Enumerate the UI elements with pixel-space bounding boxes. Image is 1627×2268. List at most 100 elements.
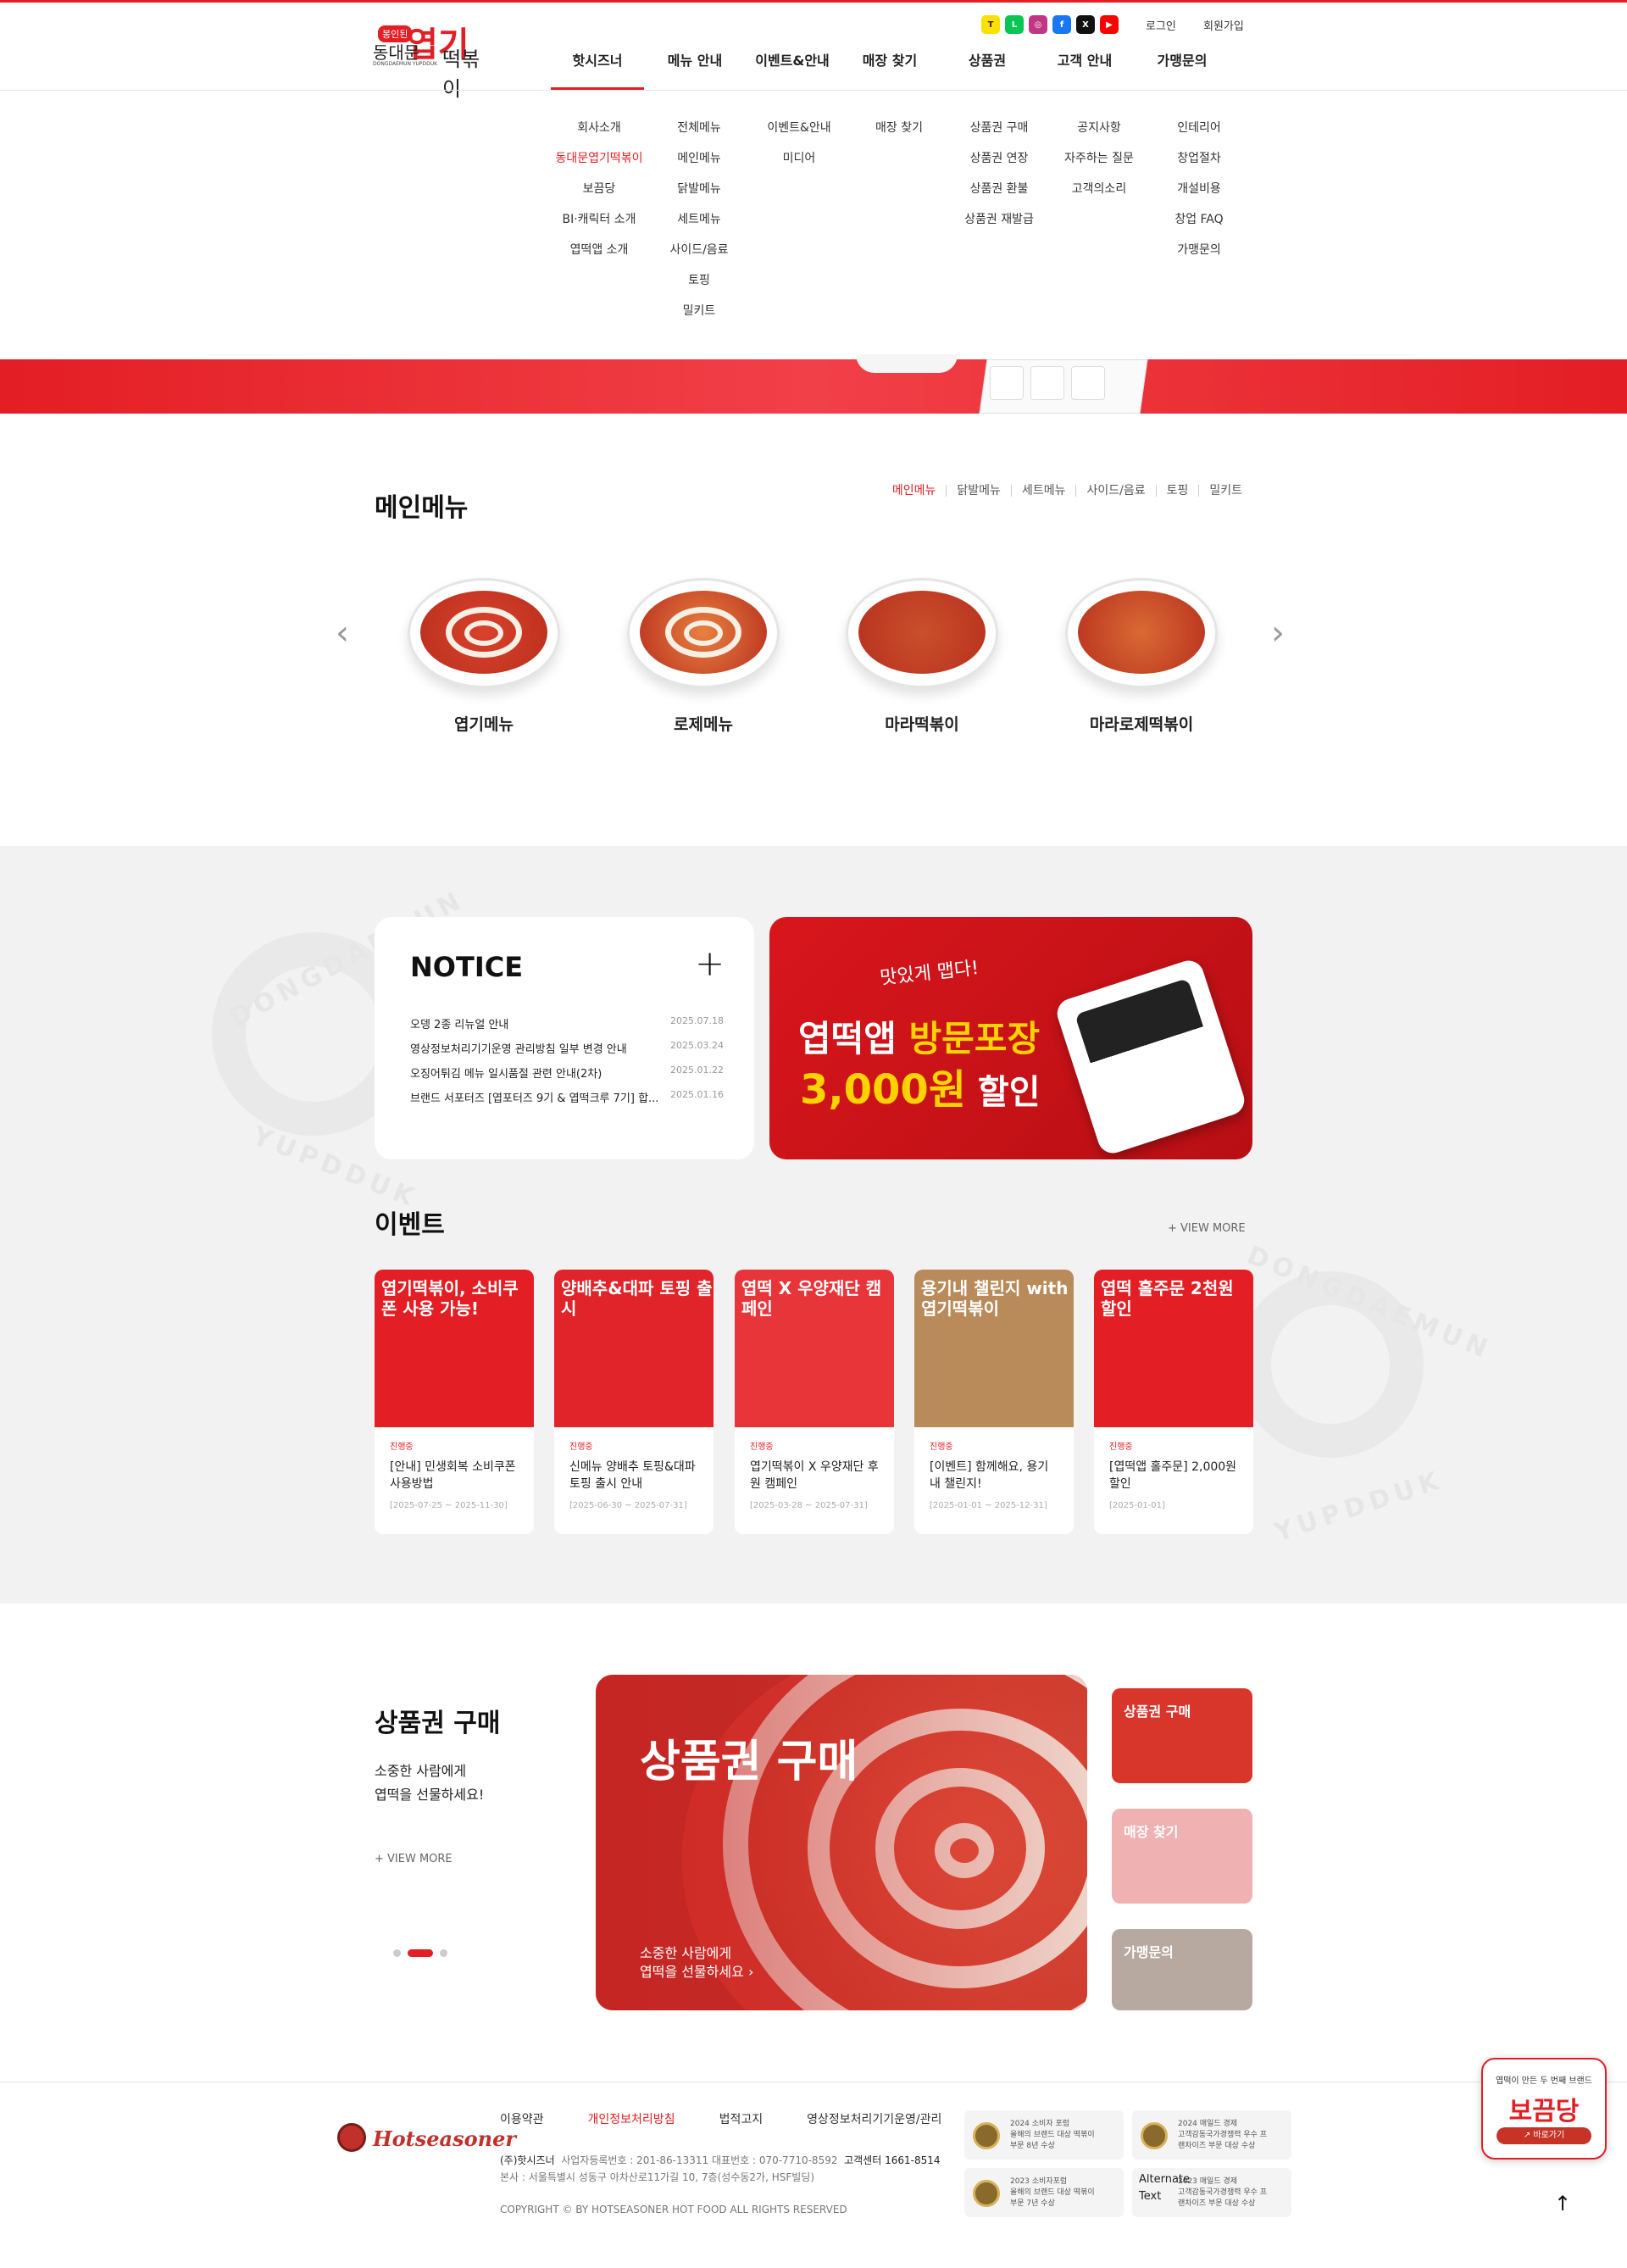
submenu-item[interactable]: 개설비용 bbox=[1144, 180, 1254, 197]
kakao-icon[interactable]: T bbox=[981, 15, 1000, 34]
submenu-item[interactable]: 공지사항 bbox=[1044, 119, 1154, 136]
back-to-top-arrow-icon[interactable]: ↑ bbox=[1554, 2192, 1571, 2215]
submenu-item[interactable]: 상품권 연장 bbox=[944, 149, 1054, 166]
x-icon[interactable]: X bbox=[1076, 15, 1095, 34]
submenu-item[interactable]: 토핑 bbox=[644, 271, 754, 288]
gnb-item-customer[interactable]: 고객 안내 bbox=[1038, 49, 1131, 69]
submenu-item[interactable]: 이벤트&안내 bbox=[744, 119, 854, 136]
tab-side-drink[interactable]: 사이드/음료 bbox=[1075, 485, 1155, 497]
submenu-item[interactable]: 인테리어 bbox=[1144, 119, 1254, 136]
carousel-dot-3[interactable] bbox=[440, 1949, 447, 1957]
site-logo[interactable]: 봉인된 엽기 동대문 떡볶이 DONGDAEMUN YUPDDUK bbox=[373, 17, 483, 101]
gift-thumb-link[interactable]: 가맹문의 bbox=[1112, 1929, 1252, 2010]
award-medal-icon bbox=[973, 2122, 1000, 2149]
footer-link-privacy[interactable]: 개인정보처리방침 bbox=[588, 2110, 675, 2127]
carousel-dot-2[interactable] bbox=[408, 1949, 433, 1957]
gnb-item-hotseasoner[interactable]: 핫시즈너 bbox=[551, 49, 644, 69]
submenu-column-5: 상품권 구매상품권 연장상품권 환불상품권 재발급 bbox=[944, 119, 1054, 227]
submenu-item[interactable]: BI·캐릭터 소개 bbox=[544, 210, 654, 227]
submenu-item[interactable]: 동대문엽기떡볶이 bbox=[544, 149, 654, 166]
app-takeout-promo-banner[interactable]: 맛있게 맵다! 엽떡앱 방문포장 3,000원 할인 bbox=[769, 917, 1252, 1159]
notice-row[interactable]: 브랜드 서포터즈 [엽포터즈 9기 & 엽떡크루 7기] 합... 2025.01… bbox=[410, 1089, 724, 1105]
menu-item-card[interactable]: 마라로제떡볶이 bbox=[1061, 570, 1222, 735]
carousel-dot-1[interactable] bbox=[393, 1949, 401, 1957]
signup-link[interactable]: 회원가입 bbox=[1203, 17, 1244, 33]
line-icon[interactable]: L bbox=[1005, 15, 1024, 34]
menu-item-name: 마라떡볶이 bbox=[885, 715, 959, 734]
submenu-item[interactable]: 고객의소리 bbox=[1044, 180, 1154, 197]
event-title: [엽떡앱 홀주문] 2,000원 할인 bbox=[1109, 1460, 1237, 1491]
notice-more-plus-icon[interactable]: + bbox=[695, 942, 725, 984]
carousel-prev-arrow[interactable]: ‹ bbox=[336, 614, 349, 653]
submenu-item[interactable]: 상품권 환불 bbox=[944, 180, 1054, 197]
logo-line2: 떡볶이 bbox=[442, 47, 480, 101]
event-card[interactable]: 용기내 챌린지 with 엽기떡볶이 진행중 [이벤트] 함께해요, 용기내 챌린지… bbox=[914, 1270, 1074, 1534]
facebook-icon[interactable]: f bbox=[1052, 15, 1071, 34]
submenu-item[interactable]: 미디어 bbox=[744, 149, 854, 166]
notice-row[interactable]: 영상정보처리기기운영 관리방침 일부 변경 안내 2025.03.24 bbox=[410, 1040, 724, 1056]
gnb-item-giftcard[interactable]: 상품권 bbox=[941, 49, 1034, 69]
promo-headline: 엽떡앱 방문포장 bbox=[798, 1018, 1041, 1059]
award-badge: 2023 소비자포럼 올해의 브랜드 대상 떡볶이 부문 7년 수상 bbox=[964, 2168, 1124, 2217]
gnb-item-event[interactable]: 이벤트&안내 bbox=[746, 49, 839, 69]
submenu-item[interactable]: 엽떡앱 소개 bbox=[544, 241, 654, 258]
gift-thumb-link[interactable]: 매장 찾기 bbox=[1112, 1809, 1252, 1904]
logo-small: DONGDAEMUN YUPDDUK bbox=[373, 61, 438, 67]
submenu-item[interactable]: 상품권 구매 bbox=[944, 119, 1054, 136]
youtube-icon[interactable]: ▶ bbox=[1100, 15, 1119, 34]
event-status-badge: 진행중 bbox=[1109, 1443, 1133, 1452]
submenu-item[interactable]: 사이드/음료 bbox=[644, 241, 754, 258]
gnb-item-store[interactable]: 매장 찾기 bbox=[843, 49, 936, 69]
event-status-badge: 진행중 bbox=[930, 1443, 953, 1452]
submenu-item[interactable]: 보끔당 bbox=[544, 180, 654, 197]
submenu-column-2: 전체메뉴메인메뉴닭발메뉴세트메뉴사이드/음료토핑밀키트 bbox=[644, 119, 754, 319]
carousel-next-arrow[interactable]: › bbox=[1271, 614, 1285, 653]
submenu-item[interactable]: 창업 FAQ bbox=[1144, 210, 1254, 227]
submenu-item[interactable]: 가맹문의 bbox=[1144, 241, 1254, 258]
instagram-icon[interactable]: ◎ bbox=[1029, 15, 1047, 34]
tab-set-menu[interactable]: 세트메뉴 bbox=[1010, 485, 1076, 497]
submenu-item[interactable]: 메인메뉴 bbox=[644, 149, 754, 166]
notice-row-date: 2025.03.24 bbox=[670, 1040, 724, 1051]
event-card[interactable]: 양배추&대파 토핑 출시 진행중 신메뉴 양배추 토핑&대파 토핑 출시 안내 [20… bbox=[554, 1270, 714, 1534]
giftcard-main-banner[interactable]: 상품권 구매 소중한 사람에게 엽떡을 선물하세요 › bbox=[596, 1675, 1087, 2010]
menu-item-card[interactable]: 로제메뉴 bbox=[623, 570, 784, 735]
submenu-item[interactable]: 밀키트 bbox=[644, 302, 754, 319]
company-info: (주)핫시즈너 사업자등록번호 : 201-86-13311 대표번호 : 07… bbox=[500, 2154, 941, 2166]
footer-link-cctv[interactable]: 영상정보처리기기운영/관리 bbox=[807, 2110, 941, 2127]
side-banner-go-button[interactable]: ↗ 바로가기 bbox=[1497, 2127, 1591, 2144]
submenu-item[interactable]: 전체메뉴 bbox=[644, 119, 754, 136]
carousel-dots bbox=[393, 1949, 447, 1957]
footer-link-legal[interactable]: 법적고지 bbox=[719, 2110, 764, 2127]
submenu-item[interactable]: 자주하는 질문 bbox=[1044, 149, 1154, 166]
menu-item-card[interactable]: 엽기메뉴 bbox=[403, 570, 564, 735]
event-card[interactable]: 엽기떡볶이, 소비쿠폰 사용 가능! 진행중 [안내] 민생회복 소비쿠폰 사용방법… bbox=[375, 1270, 534, 1534]
gnb-item-franchise[interactable]: 가맹문의 bbox=[1136, 49, 1229, 69]
tab-chicken-feet[interactable]: 닭발메뉴 bbox=[946, 485, 1011, 497]
gnb-item-menu[interactable]: 메뉴 안내 bbox=[648, 49, 741, 69]
tab-topping[interactable]: 토핑 bbox=[1155, 485, 1199, 497]
submenu-item[interactable]: 닭발메뉴 bbox=[644, 180, 754, 197]
award-badge: 2024 소비자 포럼 올해의 브랜드 대상 떡볶이 부문 8년 수상 bbox=[964, 2110, 1124, 2160]
notice-card: NOTICE + 오뎅 2종 리뉴얼 안내 2025.07.18 영상정보처리기기운… bbox=[375, 917, 754, 1159]
notice-row[interactable]: 오뎅 2종 리뉴얼 안내 2025.07.18 bbox=[410, 1015, 724, 1031]
promo-discount: 3,000원 할인 bbox=[800, 1066, 1041, 1114]
tab-mealkit[interactable]: 밀키트 bbox=[1198, 485, 1252, 497]
submenu-item[interactable]: 회사소개 bbox=[544, 119, 654, 136]
bokkeumdang-side-banner[interactable]: 엽떡이 만든 두 번째 브랜드 보끔당 ↗ 바로가기 bbox=[1481, 2058, 1607, 2160]
footer-link-terms[interactable]: 이용약관 bbox=[500, 2110, 544, 2127]
event-card[interactable]: 엽떡 홀주문 2천원 할인 진행중 [엽떡앱 홀주문] 2,000원 할인 [2025… bbox=[1094, 1270, 1253, 1534]
giftcard-view-more[interactable]: + VIEW MORE bbox=[375, 1853, 453, 1865]
event-card[interactable]: 엽떡 X 우양재단 캠페인 진행중 엽기떡볶이 X 우양재단 후원 캠페인 [2025… bbox=[735, 1270, 894, 1534]
tab-main-menu[interactable]: 메인메뉴 bbox=[882, 485, 947, 497]
notice-row[interactable]: 오징어튀김 메뉴 일시품절 관련 안내(2차) 2025.01.22 bbox=[410, 1065, 724, 1081]
submenu-item[interactable]: 상품권 재발급 bbox=[944, 210, 1054, 227]
events-view-more[interactable]: + VIEW MORE bbox=[1168, 1222, 1246, 1235]
submenu-item[interactable]: 창업절차 bbox=[1144, 149, 1254, 166]
gift-thumb-link[interactable]: 상품권 구매 bbox=[1112, 1688, 1252, 1783]
submenu-item[interactable]: 매장 찾기 bbox=[844, 119, 954, 136]
menu-item-card[interactable]: 마라떡볶이 bbox=[841, 570, 1002, 735]
login-link[interactable]: 로그인 bbox=[1146, 17, 1176, 33]
submenu-item[interactable]: 세트메뉴 bbox=[644, 210, 754, 227]
hero-decoration bbox=[856, 354, 958, 373]
